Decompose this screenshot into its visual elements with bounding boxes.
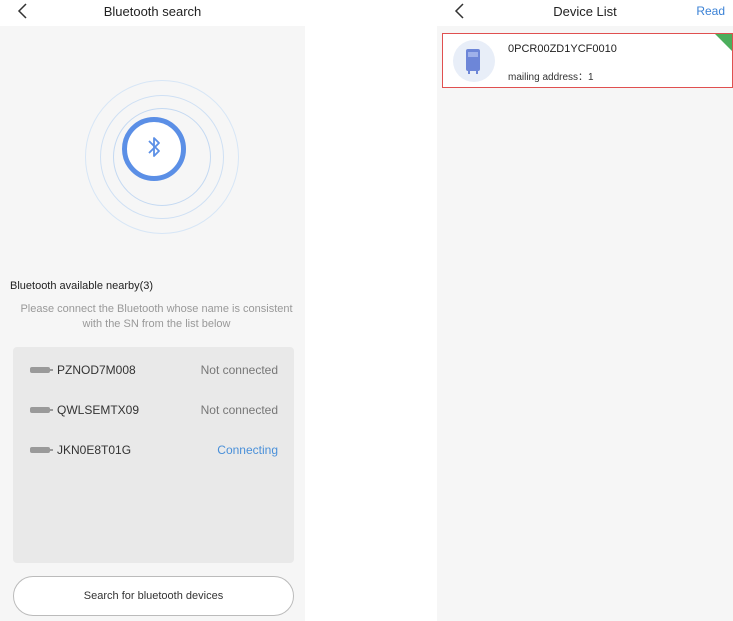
- hint-line-1: Please connect the Bluetooth whose name …: [20, 303, 293, 315]
- device-status: Not connected: [200, 403, 278, 417]
- page-title: Bluetooth search: [103, 4, 202, 19]
- search-bluetooth-button[interactable]: Search for bluetooth devices: [13, 576, 294, 616]
- selected-corner-tag: [715, 34, 732, 51]
- page-title: Device List: [553, 4, 617, 19]
- device-icon: [30, 407, 53, 413]
- device-row[interactable]: JKN0E8T01G Connecting: [13, 440, 294, 462]
- device-row[interactable]: QWLSEMTX09 Not connected: [13, 400, 294, 422]
- device-avatar: [453, 40, 495, 82]
- hint-line-2: with the SN from the list below: [82, 318, 231, 330]
- mailing-address: mailing address：1: [508, 72, 594, 83]
- device-list: PZNOD7M008 Not connected QWLSEMTX09 Not …: [13, 347, 294, 563]
- device-serial: 0PCR00ZD1YCF0010: [508, 43, 617, 55]
- read-button[interactable]: Read: [696, 4, 725, 18]
- device-icon: [30, 367, 53, 373]
- connect-hint: Please connect the Bluetooth whose name …: [8, 302, 305, 332]
- device-name: JKN0E8T01G: [57, 443, 132, 457]
- device-list-item[interactable]: 0PCR00ZD1YCF0010 mailing address：1: [442, 33, 733, 88]
- bluetooth-button[interactable]: [122, 117, 186, 181]
- device-name: QWLSEMTX09: [57, 403, 140, 417]
- device-icon: [30, 447, 53, 453]
- device-row[interactable]: PZNOD7M008 Not connected: [13, 360, 294, 382]
- bluetooth-icon: [145, 135, 163, 164]
- bluetooth-radar: [85, 80, 239, 234]
- top-bar: Bluetooth search: [0, 0, 305, 26]
- bluetooth-search-screen: Bluetooth search Bluetooth available nea…: [0, 0, 305, 621]
- device-name: PZNOD7M008: [57, 363, 136, 377]
- inverter-icon: [466, 49, 480, 74]
- device-status: Not connected: [200, 363, 278, 377]
- device-status: Connecting: [217, 443, 278, 457]
- top-bar: Device List Read: [437, 0, 733, 26]
- device-list-screen: Device List Read 0PCR00ZD1YCF0010 mailin…: [437, 0, 733, 621]
- nearby-title: Bluetooth available nearby(3): [10, 280, 154, 292]
